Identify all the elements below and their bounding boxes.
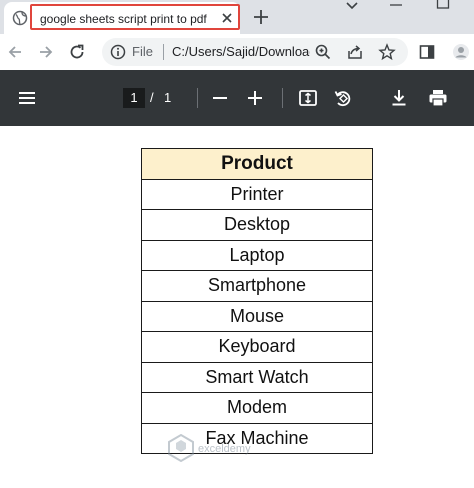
browser-tab[interactable]: google sheets script print to pdf: [4, 2, 240, 34]
side-panel-icon[interactable]: [418, 43, 436, 61]
zoom-icon[interactable]: [314, 43, 332, 61]
pdf-document: Product Printer Desktop Laptop Smartphon…: [0, 126, 474, 488]
chevron-down-icon[interactable]: [345, 0, 359, 12]
maximize-icon[interactable]: [436, 0, 450, 10]
zoom-in-icon[interactable]: [245, 88, 265, 108]
table-cell: Modem: [141, 392, 373, 424]
address-bar[interactable]: File C:/Users/Sajid/Downloads/google she…: [102, 38, 408, 66]
toolbar-divider: [197, 88, 198, 108]
table-cell: Desktop: [141, 209, 373, 241]
page-number-input[interactable]: 1: [123, 88, 145, 108]
zoom-out-icon[interactable]: [210, 88, 230, 108]
menu-icon[interactable]: [17, 88, 37, 108]
url-scheme-label: File: [132, 44, 153, 59]
watermark-text: exceldemy: [198, 443, 251, 455]
table-row: Smartphone: [141, 270, 373, 302]
url-separator: [163, 44, 164, 60]
download-icon[interactable]: [389, 88, 409, 108]
bookmark-star-icon[interactable]: [378, 43, 396, 61]
print-icon[interactable]: [428, 88, 448, 108]
reload-icon[interactable]: [68, 43, 86, 61]
watermark: exceldemy: [168, 434, 318, 464]
share-icon[interactable]: [346, 43, 364, 61]
table-cell: Smartphone: [141, 270, 373, 302]
forward-arrow-icon[interactable]: [37, 43, 55, 61]
fit-to-page-icon[interactable]: [298, 88, 318, 108]
table-cell: Keyboard: [141, 331, 373, 363]
table-row: Modem: [141, 392, 373, 424]
tab-strip: google sheets script print to pdf: [0, 0, 474, 34]
rotate-icon[interactable]: [333, 88, 353, 108]
toolbar-divider: [282, 88, 283, 108]
url-text[interactable]: C:/Users/Sajid/Downloads/google sheets s…: [172, 44, 310, 60]
minimize-icon[interactable]: [389, 0, 403, 10]
table-cell: Laptop: [141, 239, 373, 271]
table-row: Laptop: [141, 239, 373, 271]
info-icon[interactable]: [110, 44, 126, 60]
pdf-toolbar: 1 / 1: [0, 70, 474, 126]
page-separator: /: [150, 90, 154, 105]
page-total: 1: [164, 90, 172, 105]
table-cell: Printer: [141, 178, 373, 210]
tab-title: google sheets script print to pdf: [40, 12, 207, 26]
table-row: Printer: [141, 178, 373, 210]
table-header-row: Product: [141, 148, 373, 180]
browser-toolbar: File C:/Users/Sajid/Downloads/google she…: [0, 34, 474, 71]
new-tab-plus-icon[interactable]: [251, 7, 271, 27]
table-row: Smart Watch: [141, 361, 373, 393]
back-arrow-icon[interactable]: [6, 43, 24, 61]
column-header-product: Product: [141, 148, 373, 180]
watermark-logo-icon: [168, 434, 194, 462]
table-cell: Smart Watch: [141, 361, 373, 393]
close-icon[interactable]: [220, 11, 234, 25]
avatar[interactable]: [452, 43, 470, 61]
globe-icon: [12, 10, 28, 26]
product-table: Product Printer Desktop Laptop Smartphon…: [141, 148, 373, 454]
table-row: Keyboard: [141, 331, 373, 363]
table-cell: Mouse: [141, 300, 373, 332]
table-row: Desktop: [141, 209, 373, 241]
table-row: Mouse: [141, 300, 373, 332]
